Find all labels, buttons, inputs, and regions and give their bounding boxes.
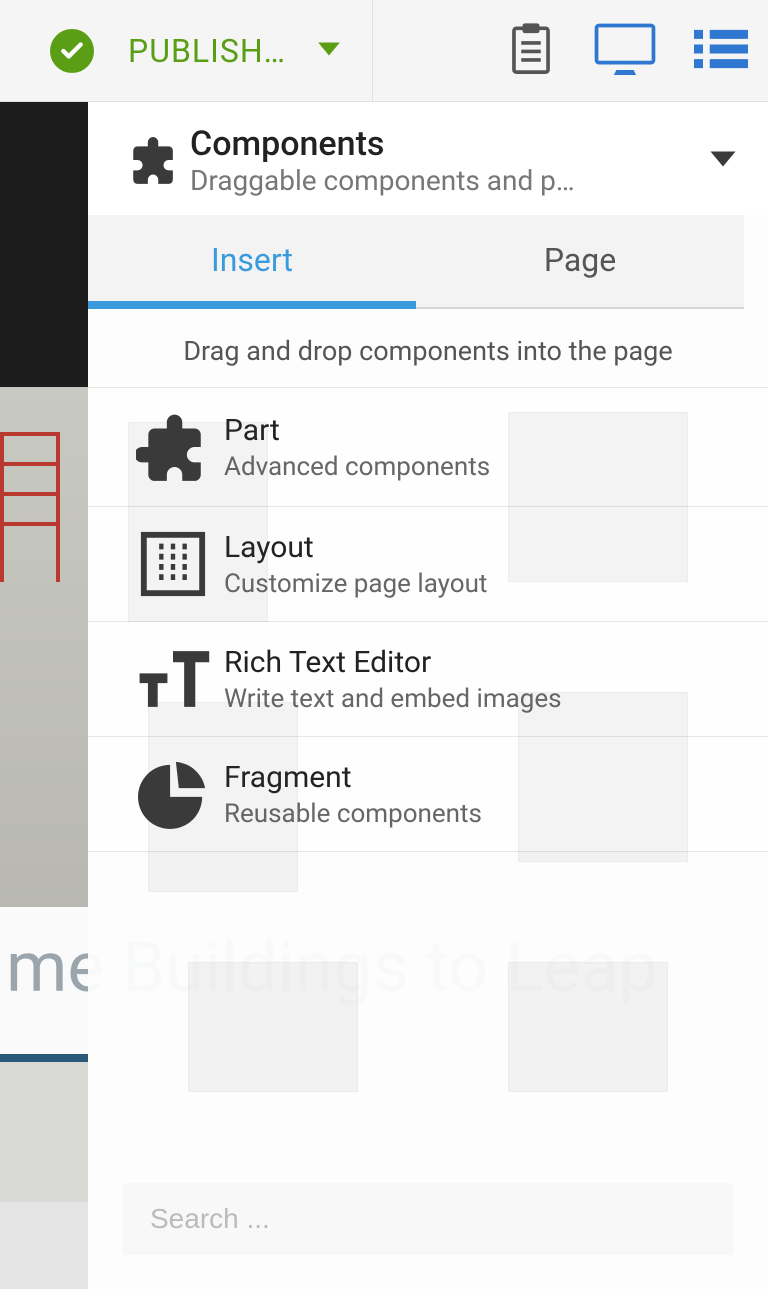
component-rich-text[interactable]: Rich Text Editor Write text and embed im… [88, 622, 768, 737]
clipboard-icon[interactable] [506, 21, 556, 81]
tabs: Insert Page [88, 215, 744, 309]
panel-title: Components [190, 124, 708, 164]
components-panel: Components Draggable components and p… I… [88, 102, 768, 1289]
drop-hint: Drag and drop components into the page [88, 309, 768, 387]
search-input[interactable] [122, 1183, 734, 1255]
puzzle-icon [128, 410, 218, 484]
monitor-icon[interactable] [594, 23, 656, 79]
pie-icon [128, 759, 218, 829]
component-title: Rich Text Editor [224, 645, 562, 680]
top-toolbar: PUBLISH… [0, 0, 768, 102]
publish-label: PUBLISH… [128, 32, 286, 70]
tab-insert[interactable]: Insert [88, 215, 416, 309]
status-ok-icon [50, 29, 94, 73]
caret-down-icon [316, 39, 342, 63]
component-list: Part Advanced components Layout Customiz… [88, 387, 768, 852]
component-fragment[interactable]: Fragment Reusable components [88, 737, 768, 852]
text-icon [128, 644, 218, 714]
panel-subtitle: Draggable components and p… [190, 164, 630, 197]
layout-icon [128, 529, 218, 599]
component-desc: Write text and embed images [224, 684, 562, 714]
component-desc: Customize page layout [224, 569, 487, 599]
component-title: Layout [224, 530, 487, 565]
list-icon[interactable] [694, 27, 748, 75]
puzzle-icon [118, 136, 186, 186]
component-title: Fragment [224, 760, 482, 795]
tab-page[interactable]: Page [416, 215, 744, 307]
caret-down-icon[interactable] [708, 148, 738, 174]
component-part[interactable]: Part Advanced components [88, 387, 768, 507]
component-layout[interactable]: Layout Customize page layout [88, 507, 768, 622]
component-desc: Reusable components [224, 799, 482, 829]
component-title: Part [224, 413, 490, 448]
panel-header[interactable]: Components Draggable components and p… [88, 102, 768, 215]
component-desc: Advanced components [224, 452, 490, 482]
publish-status-button[interactable]: PUBLISH… [128, 0, 373, 101]
